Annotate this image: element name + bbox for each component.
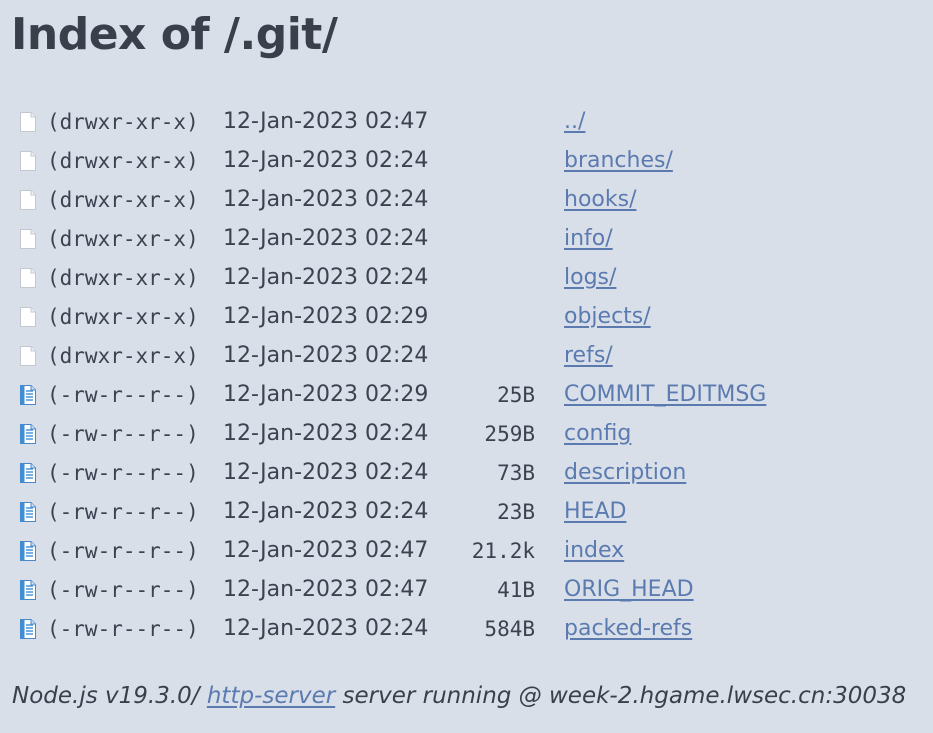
listing-row: (drwxr-xr-x) 12-Jan-2023 02:24 branches/ bbox=[19, 141, 899, 180]
modified-date: 12-Jan-2023 02:24 bbox=[223, 265, 429, 290]
modified-date: 12-Jan-2023 02:24 bbox=[223, 421, 429, 446]
text-file-icon bbox=[19, 462, 37, 484]
text-file-icon bbox=[19, 501, 37, 523]
listing-row: (drwxr-xr-x) 12-Jan-2023 02:24 hooks/ bbox=[19, 180, 899, 219]
server-footer: Node.js v19.3.0/ http-server server runn… bbox=[12, 683, 906, 709]
listing-row: (-rw-r--r--) 12-Jan-2023 02:47 41B ORIG_HEA… bbox=[19, 570, 899, 609]
http-server-link[interactable]: http-server bbox=[207, 683, 335, 709]
file-size: 25B bbox=[497, 382, 535, 407]
permissions: (-rw-r--r--) bbox=[47, 421, 199, 446]
modified-date: 12-Jan-2023 02:24 bbox=[223, 148, 429, 173]
blank-file-icon bbox=[19, 267, 37, 289]
file-link[interactable]: description bbox=[564, 460, 686, 485]
blank-file-icon bbox=[19, 228, 37, 250]
permissions: (drwxr-xr-x) bbox=[47, 304, 199, 329]
listing-row: (-rw-r--r--) 12-Jan-2023 02:24 73B descript… bbox=[19, 453, 899, 492]
modified-date: 12-Jan-2023 02:47 bbox=[223, 109, 429, 134]
file-link[interactable]: ORIG_HEAD bbox=[564, 577, 694, 602]
file-link[interactable]: objects/ bbox=[564, 304, 651, 329]
blank-file-icon bbox=[19, 111, 37, 133]
modified-date: 12-Jan-2023 02:24 bbox=[223, 460, 429, 485]
text-file-icon bbox=[19, 579, 37, 601]
file-link[interactable]: ../ bbox=[564, 109, 585, 134]
permissions: (-rw-r--r--) bbox=[47, 616, 199, 641]
file-link[interactable]: COMMIT_EDITMSG bbox=[564, 382, 766, 407]
modified-date: 12-Jan-2023 02:24 bbox=[223, 187, 429, 212]
permissions: (drwxr-xr-x) bbox=[47, 187, 199, 212]
modified-date: 12-Jan-2023 02:24 bbox=[223, 226, 429, 251]
file-link[interactable]: index bbox=[564, 538, 624, 563]
listing-row: (-rw-r--r--) 12-Jan-2023 02:24 23B HEAD bbox=[19, 492, 899, 531]
modified-date: 12-Jan-2023 02:24 bbox=[223, 343, 429, 368]
listing-row: (-rw-r--r--) 12-Jan-2023 02:47 21.2k index bbox=[19, 531, 899, 570]
text-file-icon bbox=[19, 618, 37, 640]
file-link[interactable]: hooks/ bbox=[564, 187, 636, 212]
file-size: 41B bbox=[497, 577, 535, 602]
file-size: 584B bbox=[484, 616, 535, 641]
listing-row: (drwxr-xr-x) 12-Jan-2023 02:29 objects/ bbox=[19, 297, 899, 336]
permissions: (-rw-r--r--) bbox=[47, 499, 199, 524]
file-size: 23B bbox=[497, 499, 535, 524]
file-listing: (drwxr-xr-x) 12-Jan-2023 02:47 ../(drwxr-x… bbox=[19, 102, 899, 648]
file-size: 21.2k bbox=[471, 538, 535, 563]
file-size: 259B bbox=[484, 421, 535, 446]
listing-row: (drwxr-xr-x) 12-Jan-2023 02:47 ../ bbox=[19, 102, 899, 141]
modified-date: 12-Jan-2023 02:47 bbox=[223, 577, 429, 602]
listing-row: (-rw-r--r--) 12-Jan-2023 02:24 259B config bbox=[19, 414, 899, 453]
blank-file-icon bbox=[19, 189, 37, 211]
permissions: (-rw-r--r--) bbox=[47, 382, 199, 407]
permissions: (drwxr-xr-x) bbox=[47, 148, 199, 173]
blank-file-icon bbox=[19, 150, 37, 172]
permissions: (-rw-r--r--) bbox=[47, 577, 199, 602]
footer-suffix: server running @ week-2.hgame.lwsec.cn:3… bbox=[335, 683, 907, 709]
file-link[interactable]: logs/ bbox=[564, 265, 616, 290]
blank-file-icon bbox=[19, 345, 37, 367]
footer-prefix: Node.js v19.3.0/ bbox=[12, 683, 207, 709]
modified-date: 12-Jan-2023 02:29 bbox=[223, 304, 429, 329]
listing-row: (drwxr-xr-x) 12-Jan-2023 02:24 refs/ bbox=[19, 336, 899, 375]
modified-date: 12-Jan-2023 02:24 bbox=[223, 499, 429, 524]
file-link[interactable]: HEAD bbox=[564, 499, 626, 524]
file-size: 73B bbox=[497, 460, 535, 485]
modified-date: 12-Jan-2023 02:24 bbox=[223, 616, 429, 641]
permissions: (-rw-r--r--) bbox=[47, 460, 199, 485]
permissions: (drwxr-xr-x) bbox=[47, 109, 199, 134]
text-file-icon bbox=[19, 423, 37, 445]
page-title: Index of /.git/ bbox=[11, 9, 338, 60]
file-link[interactable]: branches/ bbox=[564, 148, 673, 173]
file-link[interactable]: config bbox=[564, 421, 631, 446]
listing-row: (drwxr-xr-x) 12-Jan-2023 02:24 info/ bbox=[19, 219, 899, 258]
permissions: (-rw-r--r--) bbox=[47, 538, 199, 563]
permissions: (drwxr-xr-x) bbox=[47, 265, 199, 290]
listing-row: (-rw-r--r--) 12-Jan-2023 02:29 25B COMMIT_E… bbox=[19, 375, 899, 414]
text-file-icon bbox=[19, 540, 37, 562]
file-link[interactable]: packed-refs bbox=[564, 616, 692, 641]
file-link[interactable]: info/ bbox=[564, 226, 613, 251]
blank-file-icon bbox=[19, 306, 37, 328]
listing-row: (drwxr-xr-x) 12-Jan-2023 02:24 logs/ bbox=[19, 258, 899, 297]
modified-date: 12-Jan-2023 02:29 bbox=[223, 382, 429, 407]
permissions: (drwxr-xr-x) bbox=[47, 343, 199, 368]
permissions: (drwxr-xr-x) bbox=[47, 226, 199, 251]
listing-row: (-rw-r--r--) 12-Jan-2023 02:24 584B packed-… bbox=[19, 609, 899, 648]
modified-date: 12-Jan-2023 02:47 bbox=[223, 538, 429, 563]
text-file-icon bbox=[19, 384, 37, 406]
file-link[interactable]: refs/ bbox=[564, 343, 613, 368]
